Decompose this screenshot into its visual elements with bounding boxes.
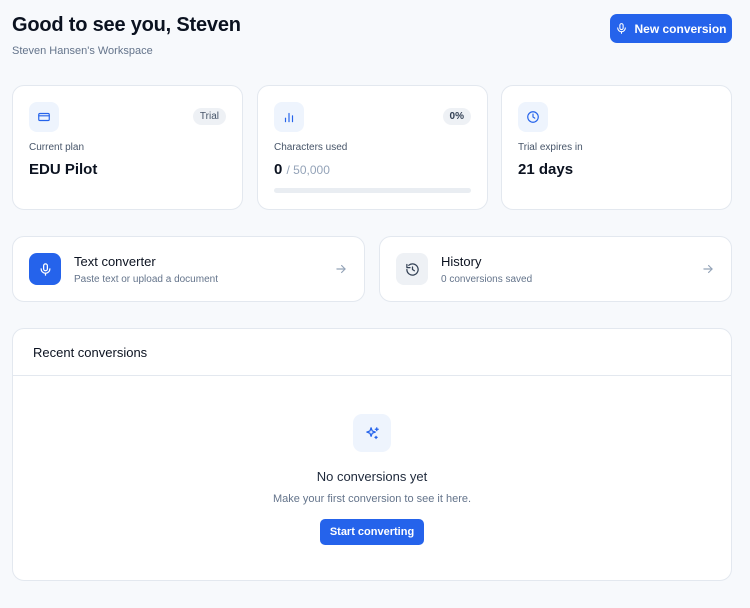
empty-subtitle: Make your first conversion to see it her… [272,493,472,505]
recent-conversions-title: Recent conversions [13,329,731,376]
clock-icon [527,111,539,123]
trial-badge: Trial [192,108,226,125]
plan-card: Trial Current plan EDU Pilot [12,85,243,210]
empty-icon-box [353,414,391,452]
history-icon [405,262,419,276]
arrow-right-icon [336,264,346,274]
trial-label: Trial expires in [518,142,583,153]
arrow-right-icon [703,264,713,274]
text-converter-card[interactable]: Text converter Paste text or upload a do… [12,236,365,302]
history-card[interactable]: History 0 conversions saved [379,236,732,302]
text-converter-icon-box [29,253,61,285]
history-icon-box [396,253,428,285]
credit-card-icon [38,112,50,122]
characters-used: 0 [274,161,283,178]
plan-value: EDU Pilot [29,161,98,178]
new-conversion-button[interactable]: New conversion [610,14,732,43]
history-title: History [441,253,482,269]
recent-conversions-panel: Recent conversions No conversions yet Ma… [12,328,732,581]
bar-chart-icon [284,112,294,123]
characters-progress [274,188,471,193]
microphone-icon [617,23,627,34]
start-converting-button[interactable]: Start converting [319,519,425,545]
page-title: Good to see you, Steven [12,14,241,36]
empty-state: No conversions yet Make your first conve… [13,376,731,545]
workspace-name: Steven Hansen's Workspace [12,45,153,57]
plan-label: Current plan [29,142,85,153]
characters-total: / 50,000 [286,163,330,177]
new-conversion-label: New conversion [634,21,727,36]
history-subtitle: 0 conversions saved [441,273,533,285]
trial-card: Trial expires in 21 days [501,85,732,210]
characters-card: 0% Characters used 0 / 50,000 [257,85,488,210]
characters-value: 0 / 50,000 [274,161,471,178]
trial-icon-box [518,102,548,132]
trial-value: 21 days [518,161,574,178]
text-converter-title: Text converter [74,253,156,269]
microphone-icon [40,262,50,276]
usage-percent-badge: 0% [442,108,471,125]
page-header: Good to see you, Steven Steven Hansen's … [12,14,241,57]
history-text: History 0 conversions saved [441,254,701,285]
text-converter-subtitle: Paste text or upload a document [74,273,218,285]
sparkles-icon [365,426,379,439]
characters-icon-box [274,102,304,132]
plan-icon-box [29,102,59,132]
empty-title: No conversions yet [316,469,428,484]
characters-label: Characters used [274,142,348,153]
text-converter-text: Text converter Paste text or upload a do… [74,254,334,285]
